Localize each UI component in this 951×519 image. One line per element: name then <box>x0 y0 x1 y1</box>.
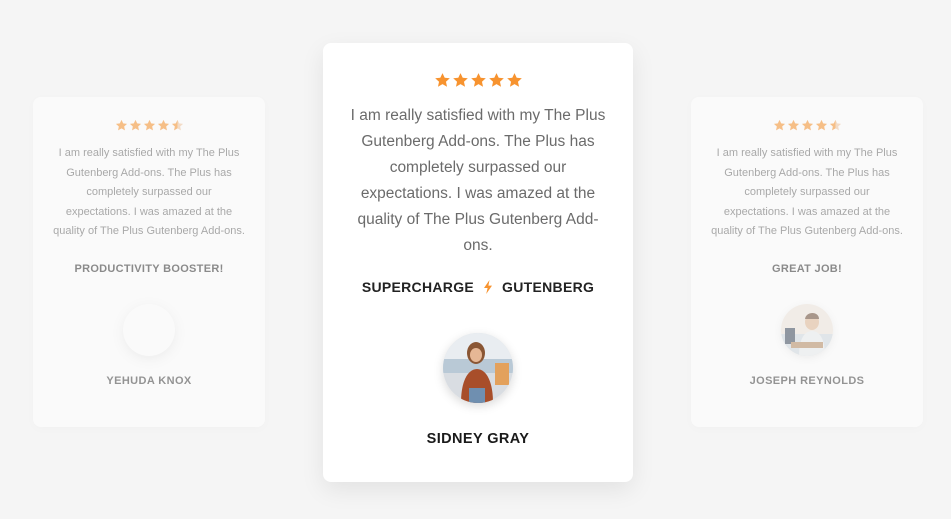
avatar <box>123 303 175 356</box>
star-filled-icon <box>434 73 450 87</box>
testimonial-card-yehuda-knox: I am really satisfied with my The Plus G… <box>33 97 265 427</box>
star-half-icon <box>171 119 183 131</box>
star-filled-icon <box>815 119 827 131</box>
testimonial-quote: I am really satisfied with my The Plus G… <box>350 107 606 254</box>
star-filled-icon <box>488 73 504 87</box>
avatar-photo <box>781 303 833 356</box>
star-filled-icon <box>157 119 169 131</box>
lightning-bolt-icon <box>484 280 493 294</box>
star-filled-icon <box>470 73 486 87</box>
star-filled-icon <box>143 119 155 131</box>
star-filled-icon <box>452 73 468 87</box>
testimonial-quote: I am really satisfied with my The Plus G… <box>53 147 245 237</box>
star-filled-icon <box>506 73 522 87</box>
testimonial-card-joseph-reynolds: I am really satisfied with my The Plus G… <box>691 97 923 427</box>
star-filled-icon <box>129 119 141 131</box>
avatar <box>781 303 833 356</box>
star-rating <box>33 119 265 132</box>
star-filled-icon <box>787 119 799 131</box>
star-filled-icon <box>801 119 813 131</box>
star-half-icon <box>829 119 841 131</box>
testimonial-card-sidney-gray: I am really satisfied with my The Plus G… <box>323 43 633 482</box>
author-name: YEHUDA KNOX <box>106 374 192 387</box>
author-name: JOSEPH REYNOLDS <box>749 374 865 387</box>
tagline-right-text: GUTENBERG <box>502 279 595 295</box>
star-filled-icon <box>773 119 785 131</box>
testimonial-tagline: GREAT JOB! <box>771 262 843 275</box>
testimonial-quote: I am really satisfied with my The Plus G… <box>711 147 903 237</box>
star-filled-icon <box>115 119 127 131</box>
avatar <box>443 333 513 403</box>
avatar-photo <box>443 333 513 403</box>
author-name: SIDNEY GRAY <box>426 431 530 447</box>
testimonial-tagline: SUPERCHARGE GUTENBERG <box>323 279 633 295</box>
star-rating <box>323 72 633 89</box>
tagline-left-text: SUPERCHARGE <box>361 279 475 295</box>
star-rating <box>691 119 923 132</box>
testimonial-tagline: PRODUCTIVITY BOOSTER! <box>74 262 224 275</box>
